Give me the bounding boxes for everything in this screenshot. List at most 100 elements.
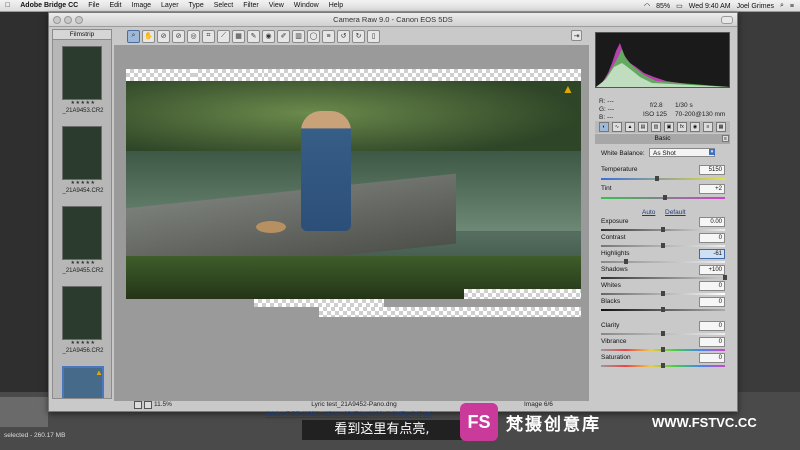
clarity-value[interactable]: 0 bbox=[699, 321, 725, 331]
saturation-knob[interactable] bbox=[661, 363, 665, 368]
menu-image[interactable]: Image bbox=[127, 2, 156, 9]
menu-select[interactable]: Select bbox=[209, 2, 238, 9]
menu-type[interactable]: Type bbox=[184, 2, 209, 9]
rating-stars[interactable]: ★★★★★ bbox=[59, 340, 107, 346]
whites-slider[interactable] bbox=[601, 291, 725, 296]
rotate-left-icon[interactable]: ↺ bbox=[337, 29, 350, 43]
search-icon[interactable]: ⌕ bbox=[780, 2, 784, 10]
trash-icon[interactable]: ▯ bbox=[367, 29, 380, 43]
white-balance-select[interactable]: As Shot bbox=[649, 148, 715, 157]
filmstrip-thumbnail[interactable] bbox=[62, 286, 102, 340]
image-preview[interactable]: ▲ bbox=[114, 45, 589, 401]
battery-icon[interactable]: ▭ bbox=[676, 2, 683, 10]
exposure-value[interactable]: 0.00 bbox=[699, 217, 725, 227]
bridge-thumb[interactable] bbox=[0, 397, 48, 427]
rating-stars[interactable]: ★★★★★ bbox=[59, 260, 107, 266]
menu-layer[interactable]: Layer bbox=[156, 2, 184, 9]
transform-tool-icon[interactable]: ▦ bbox=[232, 29, 245, 43]
menu-filter[interactable]: Filter bbox=[238, 2, 264, 9]
split-toning-tab-icon[interactable]: ▥ bbox=[651, 122, 661, 132]
effects-tab-icon[interactable]: fx bbox=[677, 122, 687, 132]
rotate-right-icon[interactable]: ↻ bbox=[352, 29, 365, 43]
filmstrip-thumbnail[interactable] bbox=[62, 206, 102, 260]
menu-window[interactable]: Window bbox=[289, 2, 324, 9]
hand-tool-icon[interactable]: ✋ bbox=[142, 29, 155, 43]
zoom-in-button[interactable] bbox=[144, 401, 152, 409]
detail-tab-icon[interactable]: ▲ bbox=[625, 122, 635, 132]
zoom-level[interactable]: 11.5% bbox=[154, 401, 176, 408]
highlights-slider[interactable] bbox=[601, 259, 725, 264]
contrast-slider[interactable] bbox=[601, 243, 725, 248]
straighten-tool-icon[interactable]: ⟋ bbox=[217, 29, 230, 43]
tint-value[interactable]: +2 bbox=[699, 184, 725, 194]
default-link[interactable]: Default bbox=[665, 209, 686, 216]
user-name[interactable]: Joel Grimes bbox=[737, 3, 774, 10]
clock[interactable]: Wed 9:40 AM bbox=[689, 3, 731, 10]
saturation-value[interactable]: 0 bbox=[699, 353, 725, 363]
whites-value[interactable]: 0 bbox=[699, 281, 725, 291]
adjustment-brush-tool-icon[interactable]: ✐ bbox=[277, 29, 290, 43]
exposure-slider[interactable] bbox=[601, 227, 725, 232]
warning-icon[interactable]: ▲ bbox=[562, 83, 576, 95]
battery-percent[interactable]: 85% bbox=[656, 3, 670, 10]
lens-corrections-tab-icon[interactable]: ▣ bbox=[664, 122, 674, 132]
graduated-filter-tool-icon[interactable]: ▥ bbox=[292, 29, 305, 43]
rating-stars[interactable]: ★★★★★ bbox=[59, 180, 107, 186]
rating-stars[interactable]: ★★★★★ bbox=[59, 100, 107, 106]
list-icon[interactable]: ≡ bbox=[790, 3, 794, 10]
temperature-slider[interactable] bbox=[601, 176, 725, 181]
blacks-value[interactable]: 0 bbox=[699, 297, 725, 307]
zoom-out-button[interactable] bbox=[134, 401, 142, 409]
spot-removal-tool-icon[interactable]: ✎ bbox=[247, 29, 260, 43]
fullscreen-button[interactable] bbox=[721, 16, 733, 24]
menu-help[interactable]: Help bbox=[324, 2, 348, 9]
blacks-slider[interactable] bbox=[601, 307, 725, 312]
radial-filter-tool-icon[interactable]: ◯ bbox=[307, 29, 320, 43]
highlights-knob[interactable] bbox=[623, 259, 628, 264]
targeted-adjustment-tool-icon[interactable]: ◎ bbox=[187, 29, 200, 43]
contrast-value[interactable]: 0 bbox=[699, 233, 725, 243]
temperature-knob[interactable] bbox=[654, 176, 659, 181]
basic-tab-icon[interactable]: ◐ bbox=[599, 122, 609, 132]
shadows-knob[interactable] bbox=[723, 275, 727, 280]
menu-edit[interactable]: Edit bbox=[104, 2, 126, 9]
zoom-tool-icon[interactable]: ⌕ bbox=[127, 29, 140, 43]
blacks-knob[interactable] bbox=[661, 307, 665, 312]
snapshots-tab-icon[interactable]: ▦ bbox=[716, 122, 726, 132]
highlights-value[interactable]: -61 bbox=[699, 249, 725, 259]
vibrance-value[interactable]: 0 bbox=[699, 337, 725, 347]
panel-menu-icon[interactable]: ≡ bbox=[722, 135, 729, 142]
red-eye-tool-icon[interactable]: ◉ bbox=[262, 29, 275, 43]
tone-curve-tab-icon[interactable]: ∿ bbox=[612, 122, 622, 132]
close-button[interactable] bbox=[53, 16, 61, 24]
menu-view[interactable]: View bbox=[264, 2, 289, 9]
shadows-slider[interactable] bbox=[601, 275, 727, 280]
saturation-slider[interactable] bbox=[601, 363, 725, 368]
menu-file[interactable]: File bbox=[83, 2, 104, 9]
tint-knob[interactable] bbox=[663, 195, 668, 200]
camera-calibration-tab-icon[interactable]: ◉ bbox=[690, 122, 700, 132]
filmstrip-thumbnail[interactable] bbox=[62, 46, 102, 100]
auto-link[interactable]: Auto bbox=[642, 209, 655, 216]
apple-menu-icon[interactable]:  bbox=[0, 2, 15, 9]
preferences-icon[interactable]: ≡ bbox=[322, 29, 335, 43]
hsl-tab-icon[interactable]: ▤ bbox=[638, 122, 648, 132]
open-object-icon[interactable]: ⇥ bbox=[571, 30, 582, 41]
crop-tool-icon[interactable]: ⌗ bbox=[202, 29, 215, 43]
clarity-knob[interactable] bbox=[661, 331, 665, 336]
vibrance-slider[interactable] bbox=[601, 347, 725, 352]
tint-slider[interactable] bbox=[601, 195, 725, 200]
zoom-button[interactable] bbox=[75, 16, 83, 24]
minimize-button[interactable] bbox=[64, 16, 72, 24]
color-sampler-tool-icon[interactable]: ⊘ bbox=[172, 29, 185, 43]
presets-tab-icon[interactable]: ≡ bbox=[703, 122, 713, 132]
temperature-value[interactable]: 5150 bbox=[699, 165, 725, 175]
shadows-value[interactable]: +100 bbox=[699, 265, 725, 275]
filmstrip-thumbnail[interactable] bbox=[62, 126, 102, 180]
wifi-icon[interactable]: ◠ bbox=[644, 2, 650, 10]
contrast-knob[interactable] bbox=[661, 243, 665, 248]
menu-app-name[interactable]: Adobe Bridge CC bbox=[15, 2, 83, 9]
exposure-knob[interactable] bbox=[661, 227, 665, 232]
white-balance-tool-icon[interactable]: ⊘ bbox=[157, 29, 170, 43]
whites-knob[interactable] bbox=[661, 291, 665, 296]
